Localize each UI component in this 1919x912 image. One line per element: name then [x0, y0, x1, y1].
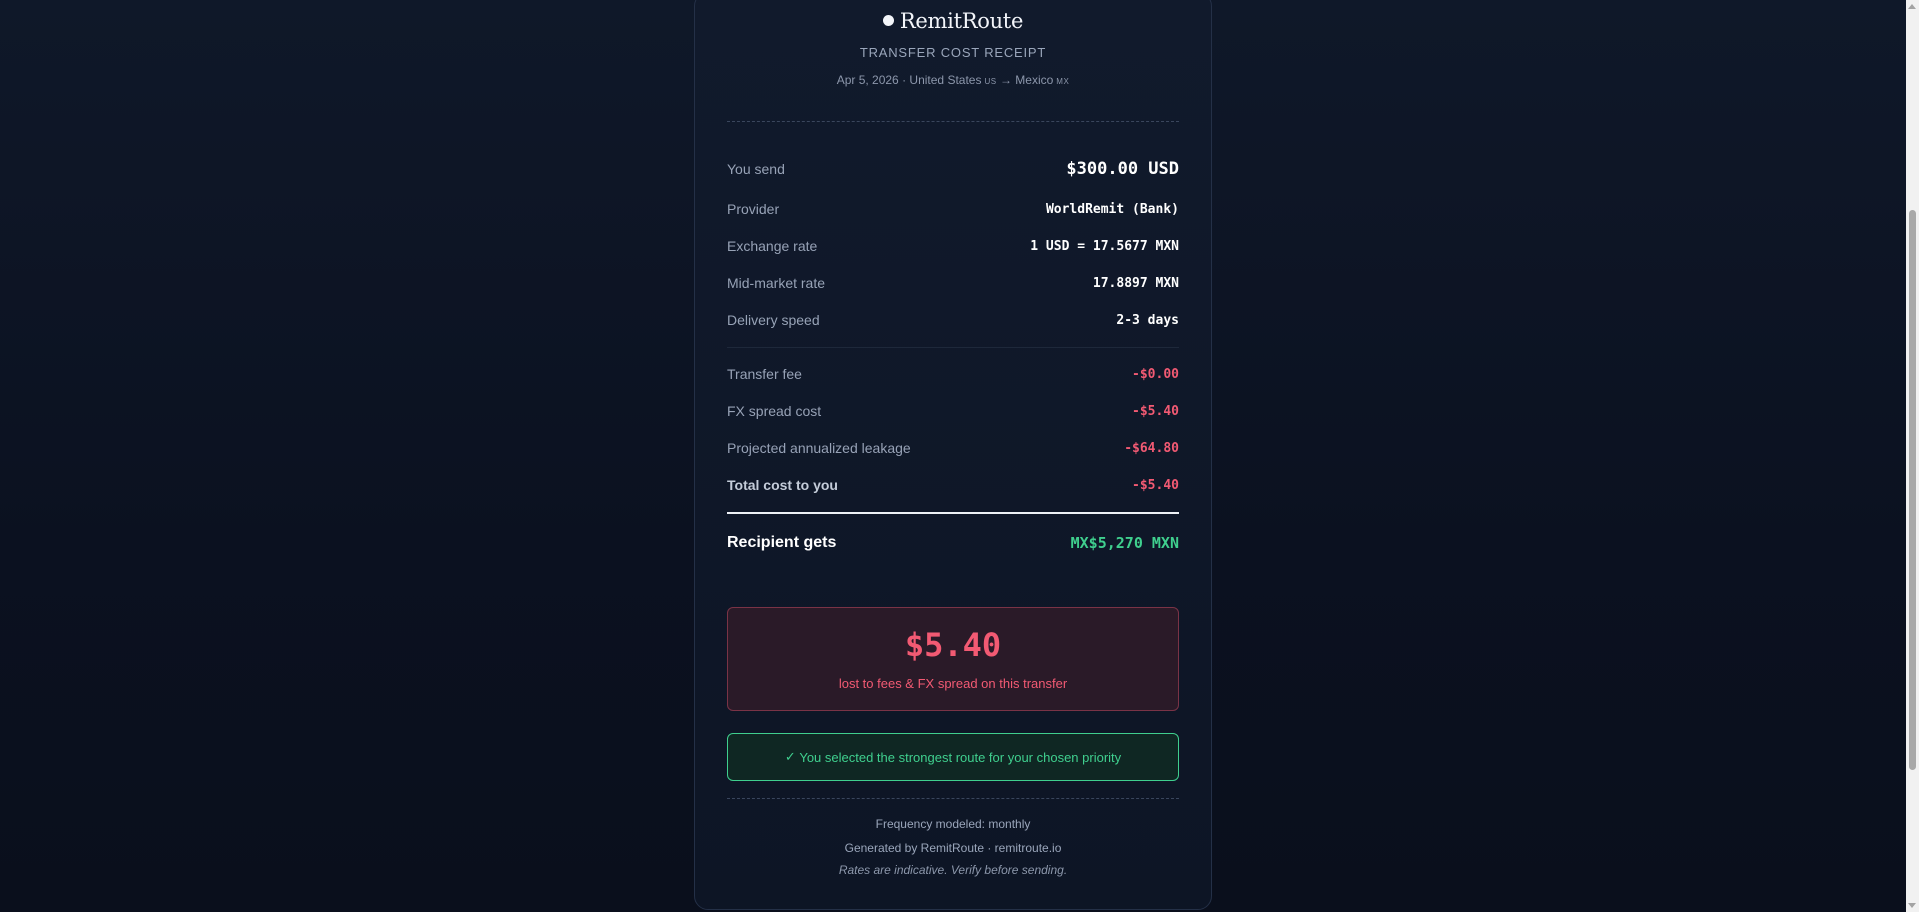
verdict-text: You selected the strongest route for you… — [799, 749, 1122, 765]
destination-country: Mexico — [1015, 73, 1054, 87]
detail-label: Mid-market rate — [727, 275, 826, 291]
scroll-thumb[interactable] — [1909, 210, 1916, 770]
loss-caption: lost to fees & FX spread on this transfe… — [838, 676, 1068, 691]
transfer-fee-value: -$0.00 — [1132, 366, 1179, 382]
divider-thick — [727, 512, 1179, 514]
page-scrollbar[interactable] — [1906, 0, 1919, 912]
annualized-leakage-value: -$64.80 — [1124, 440, 1179, 456]
cost-row-annualized: Projected annualized leakage -$64.80 — [727, 438, 1179, 458]
disclaimer-note: Rates are indicative. Verify before send… — [838, 863, 1068, 877]
mid-market-value: 17.8897 MXN — [1092, 275, 1179, 291]
frequency-note: Frequency modeled: monthly — [875, 817, 1031, 831]
recipient-value: MX$5,270 MXN — [1070, 534, 1179, 552]
divider-thin — [727, 347, 1179, 348]
brand-logo: RemitRoute — [727, 9, 1179, 33]
receipt-content: RemitRoute TRANSFER COST RECEIPT Apr 5, … — [727, 0, 1179, 909]
verdict-banner: ✓ You selected the strongest route for y… — [727, 733, 1179, 781]
receipt-title: TRANSFER COST RECEIPT — [859, 45, 1047, 60]
check-icon: ✓ — [784, 749, 796, 764]
cost-label: Transfer fee — [727, 366, 802, 382]
brand-dot-icon — [882, 15, 894, 26]
loss-amount: $5.40 — [904, 626, 1002, 664]
cost-label: Projected annualized leakage — [727, 440, 911, 456]
meta-separator: · — [902, 73, 907, 87]
receipt-meta: Apr 5, 2026 · United States US → Mexico MX — [727, 73, 1179, 87]
detail-row-delivery: Delivery speed 2-3 days — [727, 310, 1179, 330]
cost-row-fx-spread: FX spread cost -$5.40 — [727, 401, 1179, 421]
detail-row-send: You send $300.00 USD — [727, 159, 1179, 179]
detail-label: You send — [727, 161, 785, 177]
delivery-speed-value: 2-3 days — [1116, 312, 1179, 328]
receipt-date: Apr 5, 2026 — [836, 73, 899, 87]
recipient-row: Recipient gets MX$5,270 MXN — [727, 533, 1179, 553]
cost-row-transfer-fee: Transfer fee -$0.00 — [727, 364, 1179, 384]
detail-row-mid-market: Mid-market rate 17.8897 MXN — [727, 273, 1179, 293]
route-arrow-icon: → — [999, 73, 1012, 87]
recipient-label: Recipient gets — [727, 534, 837, 551]
divider-dashed — [727, 121, 1179, 122]
origin-flag-icon: US — [984, 77, 997, 86]
receipt-card: RemitRoute TRANSFER COST RECEIPT Apr 5, … — [694, 0, 1212, 910]
divider-dashed — [727, 798, 1179, 799]
detail-label: Exchange rate — [727, 238, 818, 254]
fx-spread-value: -$5.40 — [1132, 403, 1179, 419]
detail-label: Provider — [727, 201, 780, 217]
origin-country: United States — [909, 73, 982, 87]
destination-flag-icon: MX — [1056, 77, 1070, 86]
detail-label: Delivery speed — [727, 312, 820, 328]
cost-row-total: Total cost to you -$5.40 — [727, 475, 1179, 495]
scroll-down-icon[interactable] — [1908, 903, 1916, 908]
detail-row-exchange-rate: Exchange rate 1 USD = 17.5677 MXN — [727, 236, 1179, 256]
total-cost-value: -$5.40 — [1132, 477, 1179, 493]
loss-summary-box: $5.40 lost to fees & FX spread on this t… — [727, 607, 1179, 711]
cost-label: FX spread cost — [727, 403, 822, 419]
total-cost-label: Total cost to you — [727, 477, 838, 493]
send-amount: $300.00 USD — [1066, 159, 1179, 179]
exchange-rate-value: 1 USD = 17.5677 MXN — [1030, 238, 1179, 254]
generated-by-note: Generated by RemitRoute · remitroute.io — [844, 841, 1062, 855]
detail-row-provider: Provider WorldRemit (Bank) — [727, 199, 1179, 219]
provider-value: WorldRemit (Bank) — [1045, 201, 1179, 217]
scroll-up-icon[interactable] — [1908, 4, 1916, 9]
brand-name: RemitRoute — [899, 9, 1024, 33]
